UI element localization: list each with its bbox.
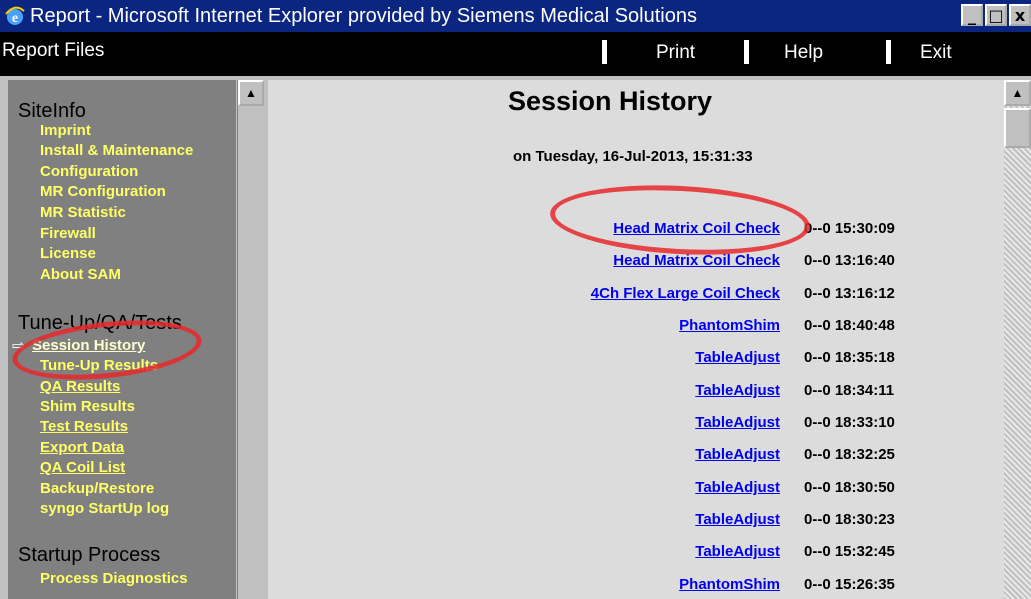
- session-link[interactable]: PhantomShim: [679, 576, 780, 593]
- session-link[interactable]: TableAdjust: [695, 543, 780, 560]
- sidebar-item-qa-coil-list[interactable]: QA Coil List: [40, 459, 125, 476]
- print-menu-item[interactable]: Print: [656, 42, 695, 64]
- menu-separator: [744, 40, 749, 64]
- sidebar-item-syngo-startup-log[interactable]: syngo StartUp log: [40, 500, 169, 517]
- sidebar-item-mr-statistic[interactable]: MR Statistic: [40, 204, 126, 221]
- sidebar-item-process-diagnostics[interactable]: Process Diagnostics: [40, 570, 188, 587]
- session-link[interactable]: TableAdjust: [695, 349, 780, 366]
- sidebar-item-mr-configuration[interactable]: MR Configuration: [40, 183, 166, 200]
- close-button[interactable]: x: [1009, 4, 1031, 26]
- internet-explorer-icon: e: [4, 5, 26, 27]
- section-title-siteinfo: SiteInfo: [18, 100, 86, 122]
- session-time: 0--0 15:32:45: [804, 543, 895, 560]
- page-title: Session History: [508, 86, 713, 116]
- session-time: 0--0 15:26:35: [804, 576, 895, 593]
- session-date: on Tuesday, 16-Jul-2013, 15:31:33: [513, 148, 753, 165]
- session-link[interactable]: TableAdjust: [695, 414, 780, 431]
- session-link[interactable]: TableAdjust: [695, 446, 780, 463]
- session-time: 0--0 18:35:18: [804, 349, 895, 366]
- annotation-circle: [548, 179, 812, 261]
- sidebar-scrollbar[interactable]: ▲: [237, 80, 266, 599]
- menu-separator: [602, 40, 607, 64]
- session-link[interactable]: PhantomShim: [679, 317, 780, 334]
- sidebar-item-test-results[interactable]: Test Results: [40, 418, 128, 435]
- sidebar: SiteInfo Imprint Install & Maintenance C…: [8, 80, 236, 599]
- sidebar-item-firewall[interactable]: Firewall: [40, 225, 96, 242]
- menu-separator: [886, 40, 891, 64]
- session-time: 0--0 15:30:09: [804, 220, 895, 237]
- sidebar-item-qa-results[interactable]: QA Results: [40, 378, 120, 395]
- session-link[interactable]: TableAdjust: [695, 382, 780, 399]
- session-link[interactable]: 4Ch Flex Large Coil Check: [591, 285, 780, 302]
- session-time: 0--0 18:30:50: [804, 479, 895, 496]
- sidebar-item-install-maintenance[interactable]: Install & Maintenance: [40, 142, 193, 159]
- session-time: 0--0 18:33:10: [804, 414, 895, 431]
- scroll-thumb[interactable]: [1004, 108, 1031, 148]
- sidebar-item-backup-restore[interactable]: Backup/Restore: [40, 480, 154, 497]
- maximize-button[interactable]: □: [985, 4, 1007, 26]
- menu-bar: Report Files Print Help Exit: [0, 32, 1031, 76]
- session-link[interactable]: TableAdjust: [695, 511, 780, 528]
- session-time: 0--0 13:16:40: [804, 252, 895, 269]
- window-title: Report - Microsoft Internet Explorer pro…: [30, 4, 697, 27]
- help-menu-item[interactable]: Help: [784, 42, 823, 64]
- sidebar-item-about-sam[interactable]: About SAM: [40, 266, 121, 283]
- sidebar-item-shim-results[interactable]: Shim Results: [40, 398, 135, 415]
- session-time: 0--0 18:40:48: [804, 317, 895, 334]
- sidebar-item-export-data[interactable]: Export Data: [40, 439, 124, 456]
- scroll-up-button[interactable]: ▲: [238, 80, 264, 106]
- section-title-startup: Startup Process: [18, 544, 161, 566]
- sidebar-item-license[interactable]: License: [40, 245, 96, 262]
- sidebar-item-imprint[interactable]: Imprint: [40, 122, 91, 139]
- sidebar-item-configuration[interactable]: Configuration: [40, 163, 138, 180]
- scroll-up-button[interactable]: ▲: [1004, 80, 1031, 106]
- session-time: 0--0 13:16:12: [804, 285, 895, 302]
- session-link[interactable]: TableAdjust: [695, 479, 780, 496]
- session-time: 0--0 18:34:11: [804, 382, 895, 399]
- report-files-label: Report Files: [2, 40, 105, 61]
- exit-menu-item[interactable]: Exit: [920, 42, 952, 64]
- window-titlebar: e Report - Microsoft Internet Explorer p…: [0, 0, 1031, 32]
- main-content: Session History on Tuesday, 16-Jul-2013,…: [268, 80, 1004, 599]
- main-scrollbar[interactable]: ▲: [1004, 80, 1031, 599]
- session-time: 0--0 18:32:25: [804, 446, 895, 463]
- svg-text:e: e: [12, 11, 18, 26]
- minimize-button[interactable]: _: [961, 4, 983, 26]
- session-time: 0--0 18:30:23: [804, 511, 895, 528]
